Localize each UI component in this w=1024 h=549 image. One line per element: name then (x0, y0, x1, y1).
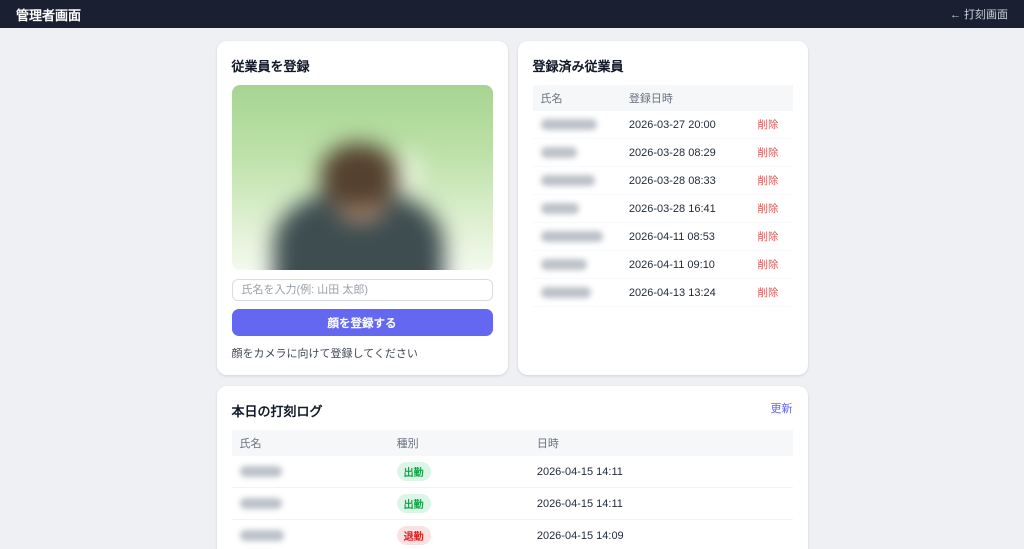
employee-delete-link[interactable]: 削除 (758, 287, 779, 299)
employee-name-redacted (541, 203, 579, 214)
app-header: 管理者画面 ← 打刻画面 (0, 0, 1024, 28)
employees-table-body: 2026-03-27 20:00 削除 2026-03-28 08:29 削除 … (533, 111, 793, 307)
employee-row: 2026-03-27 20:00 削除 (533, 111, 793, 139)
employee-registered-at: 2026-03-28 08:33 (621, 167, 746, 195)
main-content: 従業員を登録 顔を登録する 顔をカメラに向けて登録してください 登録済み従業員 (217, 41, 808, 549)
log-name-redacted (240, 498, 282, 509)
col-header-log-datetime: 日時 (529, 430, 793, 456)
employee-row: 2026-04-11 08:53 削除 (533, 223, 793, 251)
person-hair-shape (320, 143, 398, 209)
punch-log-header: 本日の打刻ログ 更新 (232, 400, 793, 430)
log-name-redacted (240, 530, 284, 541)
employee-name-redacted (541, 287, 591, 298)
employee-name-redacted (541, 259, 587, 270)
employee-registered-at: 2026-04-13 13:24 (621, 279, 746, 307)
log-row: 出勤 2026-04-15 14:11 (232, 456, 793, 488)
employee-row: 2026-04-13 13:24 削除 (533, 279, 793, 307)
register-face-button[interactable]: 顔を登録する (232, 309, 493, 336)
col-header-log-name: 氏名 (232, 430, 389, 456)
employee-delete-link[interactable]: 削除 (758, 259, 779, 271)
log-table-header-row: 氏名 種別 日時 (232, 430, 793, 456)
employee-registered-at: 2026-03-28 16:41 (621, 195, 746, 223)
log-type-badge: 退勤 (397, 526, 431, 545)
register-card-title: 従業員を登録 (232, 56, 493, 75)
employees-card-title: 登録済み従業員 (533, 56, 793, 75)
employee-row: 2026-03-28 08:29 削除 (533, 139, 793, 167)
employee-registered-at: 2026-04-11 08:53 (621, 223, 746, 251)
register-employee-card: 従業員を登録 顔を登録する 顔をカメラに向けて登録してください (217, 41, 508, 375)
page-title: 管理者画面 (16, 5, 81, 24)
punch-screen-link[interactable]: ← 打刻画面 (950, 6, 1008, 22)
punch-log-table: 氏名 種別 日時 出勤 2026-04-15 14:11 出勤 2026-04-… (232, 430, 793, 549)
employee-name-redacted (541, 231, 603, 242)
employee-delete-link[interactable]: 削除 (758, 203, 779, 215)
employee-registered-at: 2026-03-27 20:00 (621, 111, 746, 139)
employee-delete-link[interactable]: 削除 (758, 175, 779, 187)
log-row: 退勤 2026-04-15 14:09 (232, 520, 793, 549)
camera-preview (232, 85, 493, 270)
employee-delete-link[interactable]: 削除 (758, 119, 779, 131)
registered-employees-card: 登録済み従業員 氏名 登録日時 2026-03-27 20:00 削除 2026… (518, 41, 808, 375)
log-row: 出勤 2026-04-15 14:11 (232, 488, 793, 520)
name-input[interactable] (232, 279, 493, 301)
log-datetime: 2026-04-15 14:09 (529, 520, 793, 549)
top-row: 従業員を登録 顔を登録する 顔をカメラに向けて登録してください 登録済み従業員 (217, 41, 808, 375)
punch-log-title: 本日の打刻ログ (232, 401, 323, 420)
employee-name-redacted (541, 175, 595, 186)
employee-name-redacted (541, 119, 597, 130)
employee-name-redacted (541, 147, 577, 158)
employees-table: 氏名 登録日時 2026-03-27 20:00 削除 2026-03-28 0… (533, 85, 793, 307)
col-header-registered-at: 登録日時 (621, 85, 746, 111)
log-type-badge: 出勤 (397, 494, 431, 513)
employee-registered-at: 2026-03-28 08:29 (621, 139, 746, 167)
camera-helper-text: 顔をカメラに向けて登録してください (232, 345, 493, 361)
refresh-link[interactable]: 更新 (771, 400, 793, 416)
col-header-actions (746, 85, 793, 111)
col-header-name: 氏名 (533, 85, 621, 111)
punch-log-table-body: 出勤 2026-04-15 14:11 出勤 2026-04-15 14:11 … (232, 456, 793, 549)
log-type-badge: 出勤 (397, 462, 431, 481)
log-datetime: 2026-04-15 14:11 (529, 488, 793, 520)
employee-delete-link[interactable]: 削除 (758, 147, 779, 159)
log-datetime: 2026-04-15 14:11 (529, 456, 793, 488)
employee-registered-at: 2026-04-11 09:10 (621, 251, 746, 279)
col-header-log-type: 種別 (389, 430, 529, 456)
punch-log-card: 本日の打刻ログ 更新 氏名 種別 日時 出勤 2026-04-15 14:11 … (217, 386, 808, 549)
employee-delete-link[interactable]: 削除 (758, 231, 779, 243)
log-name-redacted (240, 466, 282, 477)
camera-blurred-scene (232, 85, 493, 270)
employees-table-header-row: 氏名 登録日時 (533, 85, 793, 111)
employee-row: 2026-04-11 09:10 削除 (533, 251, 793, 279)
employee-row: 2026-03-28 08:33 削除 (533, 167, 793, 195)
employee-row: 2026-03-28 16:41 削除 (533, 195, 793, 223)
